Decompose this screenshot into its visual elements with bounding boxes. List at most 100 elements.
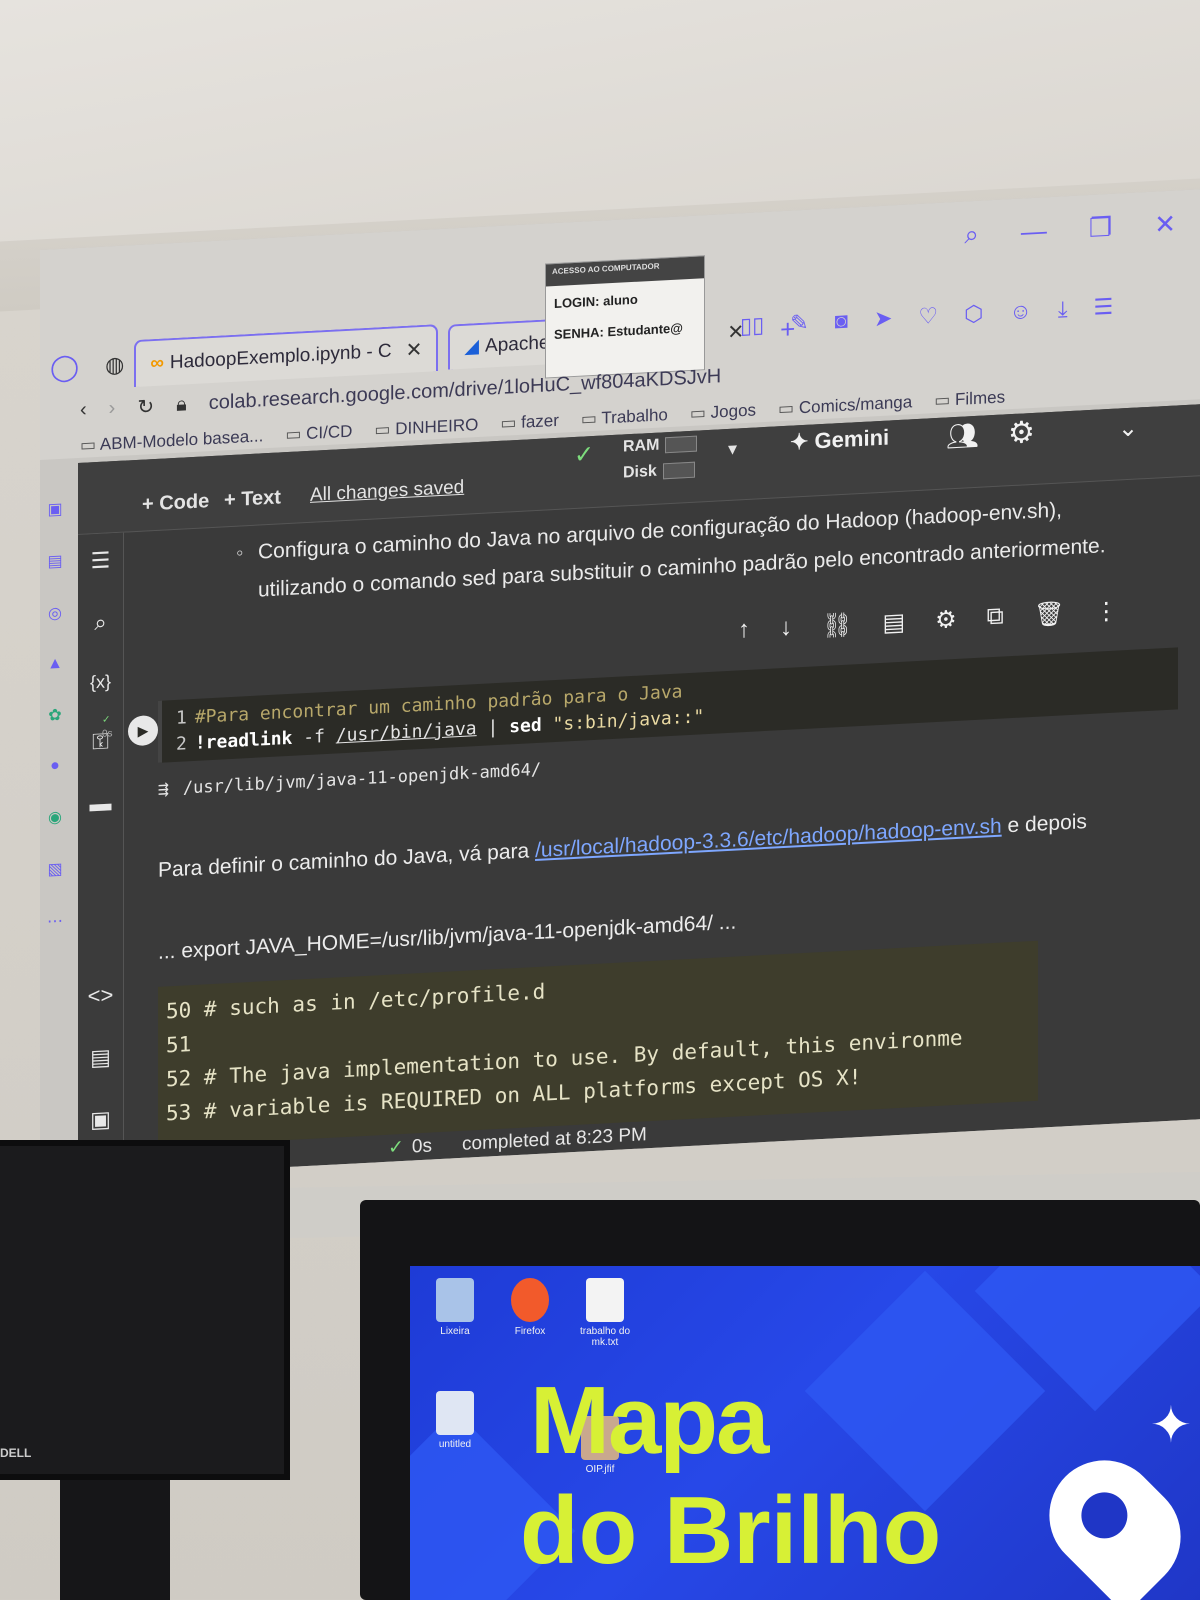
more-vert-icon[interactable]: ⋮ [1094,596,1118,626]
output-toggle-icon[interactable]: ⇶ [158,778,169,800]
hadoop-env-link[interactable]: /usr/local/hadoop-3.3.6/etc/hadoop/hadoo… [535,815,1002,862]
download-icon[interactable]: ⤓ [1058,296,1068,323]
command-palette-icon[interactable]: ▤ [90,1044,111,1071]
gemini-button[interactable]: ✦ Gemini [790,424,889,455]
lock-icon: 🔒︎ [176,393,187,416]
desktop-icon-firefox[interactable]: Firefox [495,1278,565,1337]
collapse-chevron-icon[interactable]: ⌄ [1118,413,1138,443]
extensions-icon[interactable]: ◎ [48,603,62,624]
window-controls: ⌕ — ❐ ✕ [964,208,1176,251]
add-code-button[interactable]: + Code [142,490,209,517]
bookmark-item[interactable]: Trabalho [581,405,667,430]
save-status-link[interactable]: All changes saved [310,477,464,507]
exec-status: ✓ 0s [102,713,113,742]
bookmark-item[interactable]: ABM-Modelo basea... [80,426,263,456]
mirror-cell-icon[interactable]: ⧉ [987,602,1004,632]
more-icon[interactable]: ⋯ [47,911,63,932]
bookmark-item[interactable]: DINHEIRO [374,415,478,440]
resource-monitor[interactable]: RAM Disk [623,431,698,487]
code-path: /usr/bin/java [335,718,477,747]
desktop-icon-recycle[interactable]: Lixeira [420,1278,490,1337]
line-number: 1 [176,707,187,729]
monitor-brand: DELL [0,1446,32,1460]
opera-logo-icon[interactable]: ◯ [50,351,79,384]
variables-icon[interactable]: {x} [90,671,111,693]
code-cell[interactable]: ✓ 0s ▶ 1 #Para encontrar um caminho padrão… [102,647,1178,763]
status-time: 0s [411,1135,432,1158]
whatsapp-icon[interactable]: ◉ [48,807,62,828]
terminal-icon[interactable]: ▣ [90,1106,111,1133]
search-icon[interactable]: ⌕ [94,610,106,637]
sticky-login: LOGIN: aluno [554,291,638,312]
camera-icon[interactable]: ◙ [835,308,848,335]
edit-icon[interactable]: ✎ [790,310,808,337]
para-suffix: e depois [1007,810,1087,838]
bag-icon[interactable]: ▣ [47,499,62,520]
gear-icon[interactable]: ⚙ [1008,415,1035,451]
minimize-icon[interactable]: — [1021,215,1047,248]
bookmark-item[interactable]: Comics/manga [778,392,912,419]
desktop-icon-label: Lixeira [440,1326,470,1337]
code-pipe: | [487,716,499,739]
gallery-icon[interactable]: ▧ [47,859,62,880]
tab-colab[interactable]: ∞ HadoopExemplo.ipynb - C ✕ [134,324,439,388]
search-icon[interactable]: ⌕ [964,219,979,252]
desktop-icon-label: untitled [438,1439,472,1450]
desktop-wallpaper: Lixeira Firefox trabalho do mk.txt untit… [410,1266,1200,1600]
link-icon[interactable]: ⛓ [822,610,852,641]
desktop-icon-textfile[interactable]: trabalho do mk.txt [570,1278,640,1348]
text-cell[interactable]: Para definir o caminho do Java, vá para … [158,798,1168,891]
restore-icon[interactable]: ❐ [1089,212,1112,245]
code-snippets-icon[interactable]: <> [88,982,114,1009]
cell-toolbar: ↑ ↓ ⛓ ▤ ⚙ ⧉ 🗑︎ ⋮ [738,596,1118,645]
toc-icon[interactable]: ☰ [91,547,111,574]
disk-label: Disk [623,462,657,482]
vpn-icon[interactable]: ◍ [105,351,124,378]
reload-icon[interactable]: ↻ [137,394,154,420]
chevron-down-icon[interactable]: ▾ [728,438,737,459]
share-people-icon[interactable]: 👥︎ [946,420,979,453]
settings-sliders-icon[interactable]: ☰ [1094,294,1114,321]
text-file-icon [586,1278,624,1322]
reader-icon[interactable]: ▯▯ [740,312,764,339]
bullet-icon: ◦ [236,541,244,565]
aria-icon[interactable]: ▲ [47,655,63,674]
bookmark-item[interactable]: fazer [500,411,559,434]
run-cell-button[interactable]: ▶ [128,714,158,747]
cell-settings-icon[interactable]: ⚙ [935,605,957,635]
ram-bar [665,435,698,453]
add-text-button[interactable]: + Text [224,486,281,512]
bookmark-item[interactable]: CI/CD [285,422,352,446]
tab-close-icon[interactable]: ✕ [406,337,423,363]
tab-label: HadoopExemplo.ipynb - C [169,340,392,373]
back-icon[interactable]: ‹ [80,399,87,422]
cube-icon[interactable]: ⬡ [964,301,983,328]
code-flag: -f [303,726,325,749]
wallpaper-title-line1: Mapa [530,1367,769,1474]
browser-sidebar: ▣ ▤ ◎ ▲ ✿ ● ◉ ▧ ⋯ [40,478,70,1160]
move-down-icon[interactable]: ↓ [780,614,792,644]
check-icon: ✓ [102,714,111,726]
bookmark-item[interactable]: Filmes [934,387,1005,411]
check-icon: ✓ [574,440,595,470]
bookmark-item[interactable]: Jogos [690,400,756,423]
comment-icon[interactable]: ▤ [882,608,905,638]
send-icon[interactable]: ➤ [874,305,892,332]
desktop-icon-untitled[interactable]: untitled [420,1391,490,1450]
code-command: !readlink [194,727,293,754]
twitch-icon[interactable]: ▤ [47,551,62,572]
profile-icon[interactable]: ☺ [1009,298,1031,325]
delete-icon[interactable]: 🗑︎ [1034,599,1064,630]
move-up-icon[interactable]: ↑ [738,616,750,646]
chatgpt-icon[interactable]: ✿ [48,705,61,726]
sticky-header: ACESSO AO COMPUTADOR [546,256,704,287]
left-monitor: DELL [0,1140,290,1480]
para-prefix: Para definir o caminho do Java, vá para [158,839,530,882]
folder-icon[interactable]: ▬ [90,790,112,817]
close-icon[interactable]: ✕ [1154,208,1176,241]
code-editor[interactable]: 1 #Para encontrar um caminho padrão para … [176,678,704,758]
export-line: ... export JAVA_HOME=/usr/lib/jvm/java-1… [158,910,737,964]
heart-icon[interactable]: ♡ [918,303,938,330]
forward-icon[interactable]: › [109,397,116,420]
cs-icon[interactable]: ● [50,757,60,776]
